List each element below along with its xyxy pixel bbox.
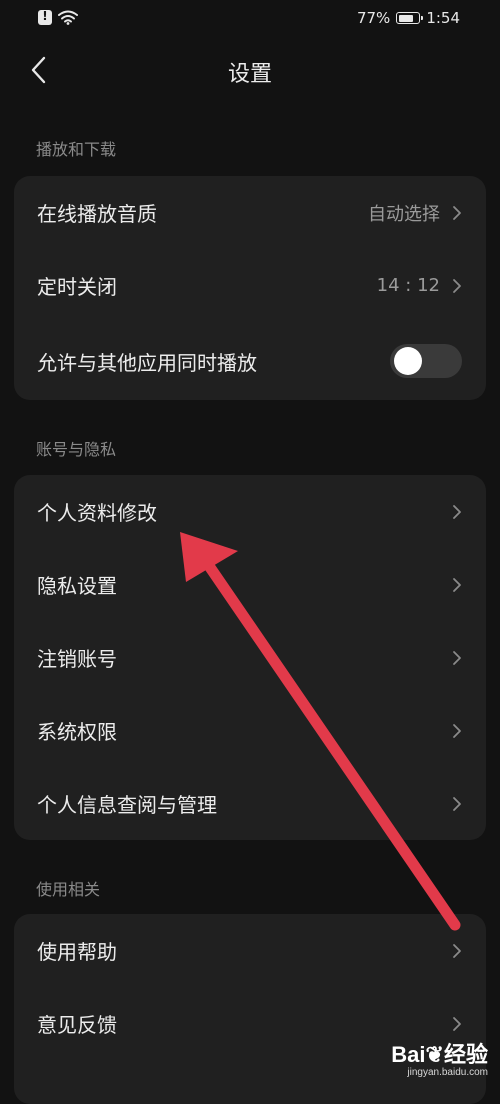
chevron-right-icon [452, 504, 462, 520]
section-header-usage: 使用相关 [36, 880, 101, 899]
row-audio-quality[interactable]: 在线播放音质 自动选择 [14, 176, 486, 249]
row-label: 定时关闭 [37, 275, 117, 299]
clock: 1:54 [426, 9, 460, 27]
card-playback: 在线播放音质 自动选择 定时关闭 14 : 12 允许与其他应用同时播放 [14, 176, 486, 400]
row-value: 自动选择 [368, 203, 440, 225]
battery-icon [396, 12, 424, 24]
chevron-right-icon [452, 796, 462, 812]
chevron-right-icon [452, 205, 462, 221]
section-header-playback: 播放和下载 [36, 140, 117, 159]
chevron-right-icon [452, 650, 462, 666]
status-bar: 77% 1:54 [0, 0, 500, 38]
row-label: 注销账号 [37, 647, 117, 671]
row-help[interactable]: 使用帮助 [14, 914, 486, 987]
status-right: 77% 1:54 [357, 9, 460, 27]
row-label: 使用帮助 [37, 940, 117, 964]
page-title: 设置 [227, 62, 272, 87]
row-label: 个人资料修改 [37, 501, 157, 525]
row-delete-account[interactable]: 注销账号 [14, 621, 486, 694]
row-personal-info-management[interactable]: 个人信息查阅与管理 [14, 767, 486, 840]
row-edit-profile[interactable]: 个人资料修改 [14, 475, 486, 548]
row-sleep-timer[interactable]: 定时关闭 14 : 12 [14, 249, 486, 322]
row-mix-playback: 允许与其他应用同时播放 [14, 322, 486, 400]
row-value: 14 : 12 [376, 275, 440, 296]
header: 设置 [0, 44, 500, 96]
row-system-permissions[interactable]: 系统权限 [14, 694, 486, 767]
row-label: 系统权限 [37, 720, 117, 744]
chevron-right-icon [452, 1016, 462, 1032]
watermark-brand: Bai❦经验 [391, 1042, 488, 1067]
wifi-icon [58, 10, 78, 25]
card-account: 个人资料修改 隐私设置 注销账号 系统权限 个人信息查阅与管理 [14, 475, 486, 840]
alert-icon [38, 9, 52, 25]
row-label: 意见反馈 [37, 1013, 117, 1037]
watermark: Bai❦经验 jingyan.baidu.com [391, 1037, 488, 1078]
row-label: 个人信息查阅与管理 [37, 793, 217, 817]
chevron-right-icon [452, 723, 462, 739]
chevron-right-icon [452, 943, 462, 959]
row-label: 允许与其他应用同时播放 [37, 350, 257, 375]
paw-icon: ❦ [425, 1042, 444, 1067]
status-left [38, 9, 78, 25]
row-label: 隐私设置 [37, 574, 117, 598]
chevron-right-icon [452, 577, 462, 593]
chevron-right-icon [452, 278, 462, 294]
row-label: 在线播放音质 [37, 202, 157, 226]
toggle-knob [394, 347, 422, 375]
battery-percent: 77% [356, 9, 391, 27]
section-header-account: 账号与隐私 [36, 440, 117, 459]
row-privacy-settings[interactable]: 隐私设置 [14, 548, 486, 621]
mix-playback-toggle[interactable] [390, 344, 462, 378]
